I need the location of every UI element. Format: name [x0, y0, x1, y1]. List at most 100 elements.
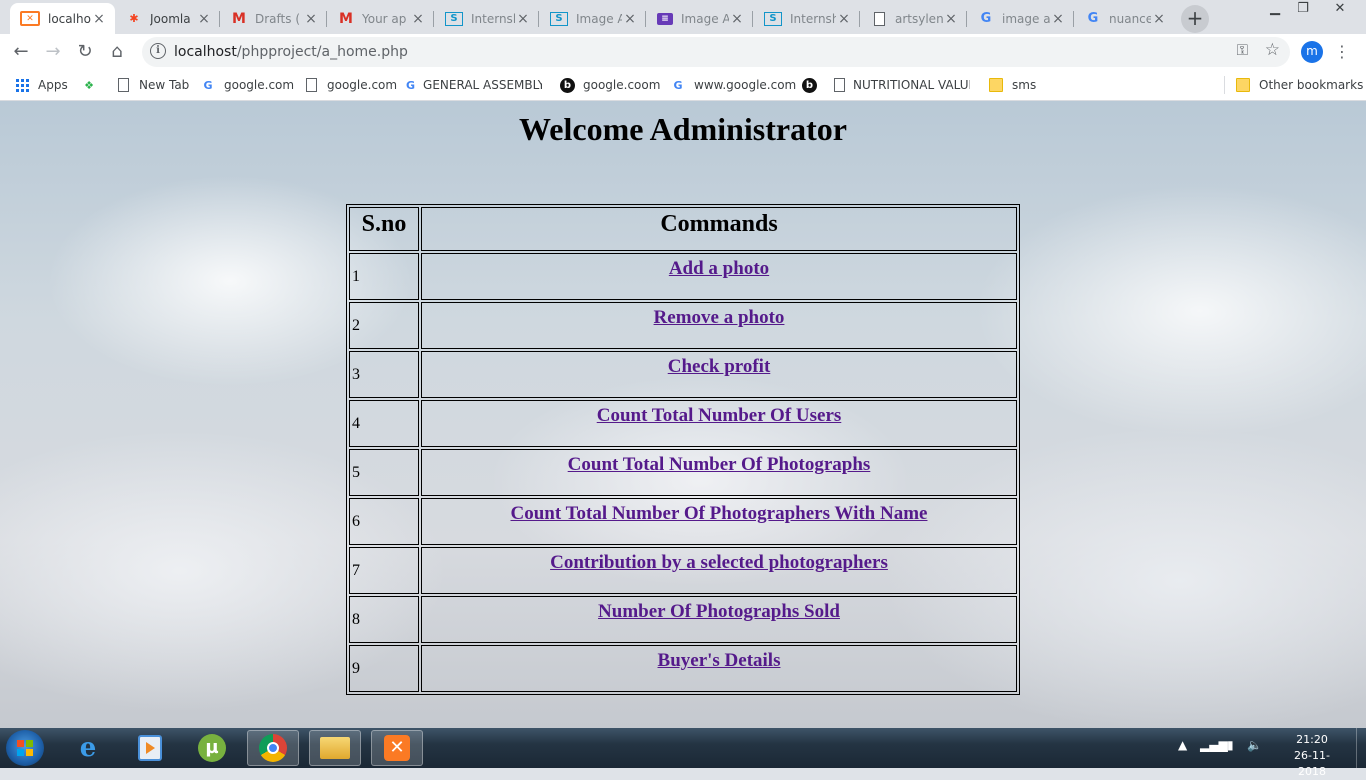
close-tab-icon[interactable]: ×	[622, 11, 638, 27]
bookmark-label: google.coom	[583, 78, 661, 92]
url-path: /phpproject/a_home.php	[236, 44, 408, 60]
bookmark-label: GENERAL ASSEMBLY	[423, 78, 542, 92]
buyers-details-link[interactable]: Buyer's Details	[658, 650, 781, 671]
other-bookmarks[interactable]: Other bookmarks	[1235, 76, 1363, 94]
media-player-icon[interactable]	[124, 730, 176, 766]
volume-icon[interactable]: 🔈	[1247, 738, 1262, 752]
bookmark-nutritional-value[interactable]: NUTRITIONAL VALUE	[834, 76, 970, 94]
close-tab-icon[interactable]: ×	[836, 11, 852, 27]
bookmark-google-coom[interactable]: b google.coom	[560, 76, 660, 94]
bookmark-www-google[interactable]: G www.google.com	[670, 76, 796, 94]
key-icon[interactable]: ⚿	[1237, 41, 1248, 59]
url-host: localhost	[174, 44, 237, 60]
feedly-icon: ❖	[84, 78, 94, 92]
tab-divider	[1073, 11, 1074, 27]
table-row: 3 Check profit	[349, 351, 1017, 398]
tab-localhost[interactable]: ✕ localhos ×	[10, 3, 115, 34]
bookmark-bing[interactable]: b	[802, 76, 825, 94]
close-tab-icon[interactable]: ×	[943, 11, 959, 27]
tab-artsylens[interactable]: artsylen ×	[861, 3, 967, 34]
restore-icon[interactable]: ❐	[1288, 0, 1318, 20]
tab-gmail[interactable]: M Your ap ×	[328, 3, 434, 34]
close-tab-icon[interactable]: ×	[729, 11, 745, 27]
home-icon[interactable]: ⌂	[105, 40, 129, 64]
row-command-cell: Contribution by a selected photographers	[421, 547, 1017, 594]
row-sno: 1	[349, 253, 419, 300]
tab-image-a-1[interactable]: S Image A ×	[540, 3, 646, 34]
bookmark-apps[interactable]: Apps	[14, 76, 68, 94]
bing-icon: b	[560, 77, 575, 93]
page-title: Welcome Administrator	[519, 111, 847, 147]
table-row: 6 Count Total Number Of Photographers Wi…	[349, 498, 1017, 545]
google-icon: G	[1087, 11, 1099, 26]
tab-internshala-1[interactable]: S Internsh ×	[435, 3, 539, 34]
show-hidden-icons[interactable]: ▲	[1178, 738, 1187, 752]
add-photo-link[interactable]: Add a photo	[669, 258, 769, 279]
close-tab-icon[interactable]: ×	[515, 11, 531, 27]
utorrent-icon[interactable]: µ	[186, 730, 238, 766]
tab-google-image[interactable]: G image a ×	[968, 3, 1074, 34]
bookmark-new-tab[interactable]: New Tab	[115, 76, 189, 94]
internet-explorer-icon[interactable]: e	[62, 730, 114, 766]
remove-photo-link[interactable]: Remove a photo	[654, 307, 785, 328]
bookmark-label: Apps	[38, 78, 68, 92]
page-icon	[115, 77, 131, 93]
google-icon: G	[673, 78, 683, 92]
bookmark-general-assembly[interactable]: G GENERAL ASSEMBLY	[406, 76, 542, 94]
back-arrow-icon[interactable]: ←	[9, 40, 33, 64]
count-photographers-link[interactable]: Count Total Number Of Photographers With…	[511, 503, 928, 524]
address-bar[interactable]: i localhost/phpproject/a_home.php ⚿ ☆	[142, 37, 1290, 67]
reload-icon[interactable]: ↻	[73, 40, 97, 64]
header-sno: S.no	[349, 207, 419, 251]
system-clock[interactable]: 21:20 26-11-2018	[1282, 732, 1342, 780]
table-row: 1 Add a photo	[349, 253, 1017, 300]
close-tab-icon[interactable]: ×	[196, 11, 212, 27]
bookmark-sms[interactable]: sms	[988, 76, 1036, 94]
tab-divider	[326, 11, 327, 27]
tab-image-a-2[interactable]: ≡ Image A ×	[647, 3, 753, 34]
battery-icon[interactable]: ▮	[1227, 738, 1234, 752]
start-button[interactable]	[6, 730, 44, 766]
tab-joomla[interactable]: ✱ Joomla ×	[116, 3, 220, 34]
close-tab-icon[interactable]: ×	[303, 11, 319, 27]
tab-internshala-2[interactable]: S Internsh ×	[754, 3, 860, 34]
row-command-cell: Number Of Photographs Sold	[421, 596, 1017, 643]
xampp-taskbar-icon[interactable]: ✕	[371, 730, 423, 766]
show-desktop-button[interactable]	[1356, 728, 1366, 768]
row-sno: 4	[349, 400, 419, 447]
check-profit-link[interactable]: Check profit	[668, 356, 771, 377]
signal-icon[interactable]: ▂▄▆	[1200, 738, 1228, 752]
minimize-icon[interactable]: ▁	[1260, 0, 1290, 20]
photographs-sold-link[interactable]: Number Of Photographs Sold	[598, 601, 840, 622]
close-tab-icon[interactable]: ×	[1151, 11, 1167, 27]
tab-gmail-drafts[interactable]: M Drafts ( ×	[221, 3, 327, 34]
tab-title: image a	[1002, 11, 1050, 26]
bookmark-label: NUTRITIONAL VALUE	[853, 78, 970, 92]
close-tab-icon[interactable]: ×	[1050, 11, 1066, 27]
bookmark-feedly[interactable]: ❖	[81, 76, 105, 94]
tab-divider	[433, 11, 434, 27]
url-text[interactable]: localhost/phpproject/a_home.php	[174, 44, 408, 60]
count-photographs-link[interactable]: Count Total Number Of Photographs	[568, 454, 871, 475]
forward-arrow-icon[interactable]: →	[41, 40, 65, 64]
bookmark-google-1[interactable]: G google.com	[200, 76, 294, 94]
close-tab-icon[interactable]: ×	[91, 11, 107, 27]
kebab-menu-icon[interactable]: ⋮	[1334, 42, 1350, 61]
close-tab-icon[interactable]: ×	[410, 11, 426, 27]
new-tab-button[interactable]: +	[1181, 5, 1209, 33]
internshala-icon: S	[445, 11, 463, 26]
star-icon[interactable]: ☆	[1265, 40, 1280, 60]
count-users-link[interactable]: Count Total Number Of Users	[597, 405, 842, 426]
tab-google-nuance[interactable]: G nuance ×	[1075, 3, 1175, 34]
header-commands: Commands	[421, 207, 1017, 251]
profile-avatar[interactable]: m	[1301, 41, 1323, 63]
apps-grid-icon	[14, 77, 30, 93]
chrome-taskbar-icon[interactable]	[247, 730, 299, 766]
contribution-link[interactable]: Contribution by a selected photographers	[550, 552, 888, 573]
bookmark-google-2[interactable]: google.com	[303, 76, 397, 94]
close-window-icon[interactable]: ✕	[1322, 0, 1358, 20]
file-explorer-icon[interactable]	[309, 730, 361, 766]
row-sno: 3	[349, 351, 419, 398]
tab-title: nuance	[1109, 11, 1151, 26]
info-icon[interactable]: i	[150, 43, 166, 59]
